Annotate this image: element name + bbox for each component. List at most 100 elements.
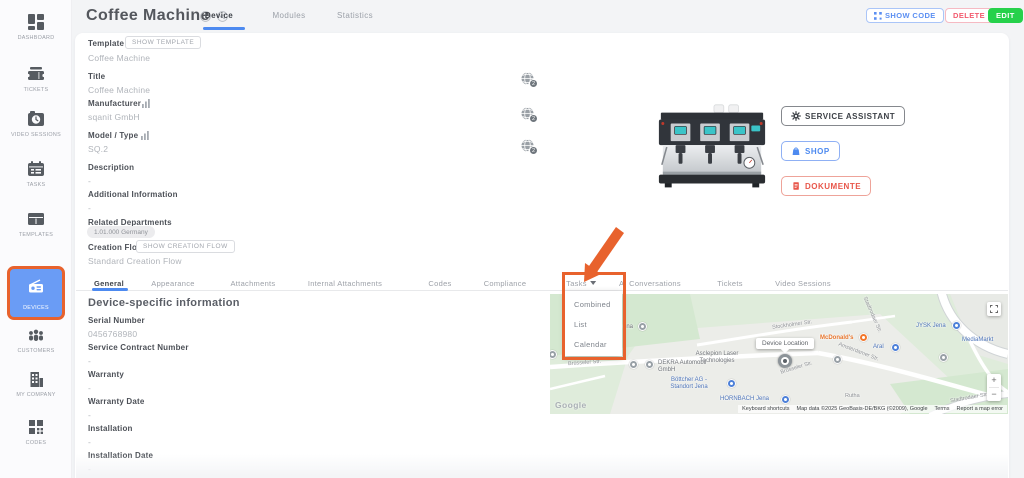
manufacturer-value: sqanit GmbH bbox=[88, 112, 140, 122]
translation-count-badge: 2 bbox=[529, 79, 538, 88]
tab-label: Tasks bbox=[566, 279, 587, 288]
stats-icon bbox=[142, 99, 151, 108]
header-tab-statistics[interactable]: Statistics bbox=[337, 11, 373, 20]
map-marker[interactable] bbox=[859, 333, 868, 342]
department-chip: 1.01.000 Germany bbox=[87, 226, 155, 238]
map-marker[interactable] bbox=[891, 343, 900, 352]
translations-indicator[interactable]: 2 bbox=[521, 107, 541, 127]
tab-label: AI Conversations bbox=[619, 279, 681, 288]
delete-button[interactable]: DELETE bbox=[945, 8, 993, 23]
fullscreen-icon bbox=[990, 305, 998, 313]
tab-ai-conversations[interactable]: AI Conversations bbox=[619, 279, 681, 288]
tab-codes[interactable]: Codes bbox=[428, 279, 451, 288]
product-image bbox=[653, 96, 771, 208]
shop-label: SHOP bbox=[805, 147, 830, 156]
manufacturer-label: Manufacturer bbox=[88, 99, 141, 108]
map-attribution: Keyboard shortcuts Map data ©2025 GeoBas… bbox=[738, 405, 1007, 413]
show-template-button[interactable]: SHOW TEMPLATE bbox=[125, 36, 201, 49]
tab-appearance[interactable]: Appearance bbox=[151, 279, 194, 288]
delete-label: DELETE bbox=[953, 11, 985, 20]
sidebar-item-my-company[interactable]: MY COMPANY bbox=[0, 369, 72, 398]
page-title: Coffee Machine bbox=[86, 7, 210, 25]
sidebar-item-label: TEMPLATES bbox=[0, 232, 72, 238]
sidebar-item-dashboard[interactable]: DASHBOARD bbox=[0, 12, 72, 41]
map-marker[interactable] bbox=[645, 360, 654, 369]
sidebar-item-customers[interactable]: CUSTOMERS bbox=[0, 325, 72, 354]
sidebar-item-templates[interactable]: TEMPLATES bbox=[0, 209, 72, 238]
tab-label: Codes bbox=[428, 279, 451, 288]
title-value: Coffee Machine bbox=[88, 85, 150, 95]
codes-icon bbox=[26, 417, 46, 437]
stats-icon bbox=[141, 131, 150, 140]
shopping-bag-icon bbox=[791, 146, 801, 156]
shop-button[interactable]: SHOP bbox=[781, 141, 840, 161]
sidebar-item-label: TICKETS bbox=[0, 87, 72, 93]
description-value: - bbox=[88, 176, 91, 186]
translations-indicator[interactable]: 2 bbox=[521, 72, 541, 92]
template-value: Coffee Machine bbox=[88, 53, 150, 63]
installation-label: Installation bbox=[88, 424, 133, 433]
tab-compliance[interactable]: Compliance bbox=[484, 279, 527, 288]
dropdown-item-combined[interactable]: Combined bbox=[565, 294, 622, 314]
tab-general[interactable]: General bbox=[94, 279, 124, 288]
google-logo: Google bbox=[555, 400, 587, 410]
sidebar-item-codes[interactable]: CODES bbox=[0, 417, 72, 446]
sidebar-item-video-sessions[interactable]: VIDEO SESSIONS bbox=[0, 109, 72, 138]
show-code-button[interactable]: SHOW CODE bbox=[866, 8, 944, 23]
map-marker[interactable] bbox=[952, 321, 961, 330]
translations-indicator[interactable]: 2 bbox=[521, 139, 541, 159]
sidebar-item-label: VIDEO SESSIONS bbox=[0, 132, 72, 138]
warranty-date-label: Warranty Date bbox=[88, 397, 145, 406]
tab-bar-divider bbox=[76, 290, 1008, 291]
model-type-label: Model / Type bbox=[88, 131, 138, 140]
terms-link[interactable]: Terms bbox=[935, 406, 950, 412]
map-marker[interactable] bbox=[939, 353, 948, 362]
map-marker[interactable] bbox=[833, 355, 842, 364]
title-label: Title bbox=[88, 72, 105, 81]
gear-icon bbox=[791, 111, 801, 121]
map-marker[interactable] bbox=[629, 360, 638, 369]
sidebar-item-tickets[interactable]: TICKETS bbox=[0, 64, 72, 93]
service-assistant-button[interactable]: SERVICE ASSISTANT bbox=[781, 106, 905, 126]
sidebar-item-label: DEVICES bbox=[10, 305, 62, 311]
service-contract-number-value: - bbox=[88, 356, 91, 366]
map-marker[interactable] bbox=[638, 322, 647, 331]
tab-video-sessions[interactable]: Video Sessions bbox=[775, 279, 831, 288]
tab-tasks[interactable]: Tasks bbox=[566, 279, 596, 288]
tab-internal-attachments[interactable]: Internal Attachments bbox=[308, 279, 382, 288]
map-label: ena bbox=[623, 324, 633, 331]
documents-label: DOKUMENTE bbox=[805, 182, 861, 191]
report-map-error-link[interactable]: Report a map error bbox=[957, 406, 1003, 412]
map-fullscreen-button[interactable] bbox=[987, 302, 1001, 316]
chevron-down-icon bbox=[590, 281, 596, 285]
dropdown-item-list[interactable]: List bbox=[565, 314, 622, 334]
tab-tickets[interactable]: Tickets bbox=[717, 279, 743, 288]
dropdown-item-calendar[interactable]: Calendar bbox=[565, 334, 622, 354]
customers-icon bbox=[26, 325, 46, 345]
map-marker[interactable] bbox=[727, 379, 736, 388]
map-marker[interactable] bbox=[781, 395, 790, 404]
tasks-icon bbox=[26, 159, 46, 179]
sidebar-item-devices[interactable]: DEVICES bbox=[7, 266, 65, 320]
sidebar-item-tasks[interactable]: TASKS bbox=[0, 159, 72, 188]
keyboard-shortcuts-link[interactable]: Keyboard shortcuts bbox=[742, 406, 789, 412]
edit-button[interactable]: EDIT bbox=[988, 8, 1023, 23]
serial-number-label: Serial Number bbox=[88, 316, 145, 325]
dashboard-icon bbox=[26, 12, 46, 32]
qr-code-icon bbox=[874, 12, 882, 20]
zoom-out-button[interactable]: − bbox=[987, 388, 1001, 401]
tab-attachments[interactable]: Attachments bbox=[231, 279, 276, 288]
sidebar-item-label: TASKS bbox=[0, 182, 72, 188]
tickets-icon bbox=[26, 64, 46, 84]
header-tab-device[interactable]: Device bbox=[205, 11, 233, 20]
tasks-dropdown-menu: Combined List Calendar bbox=[565, 291, 622, 356]
show-creation-flow-button[interactable]: SHOW CREATION FLOW bbox=[136, 240, 235, 253]
documents-button[interactable]: DOKUMENTE bbox=[781, 176, 871, 196]
translation-count-badge: 2 bbox=[529, 114, 538, 123]
zoom-in-button[interactable]: + bbox=[987, 374, 1001, 387]
service-assistant-label: SERVICE ASSISTANT bbox=[805, 112, 895, 121]
additional-information-label: Additional Information bbox=[88, 190, 178, 199]
header-tab-modules[interactable]: Modules bbox=[272, 11, 305, 20]
tab-label: Internal Attachments bbox=[308, 279, 382, 288]
template-label: Template bbox=[88, 39, 124, 48]
